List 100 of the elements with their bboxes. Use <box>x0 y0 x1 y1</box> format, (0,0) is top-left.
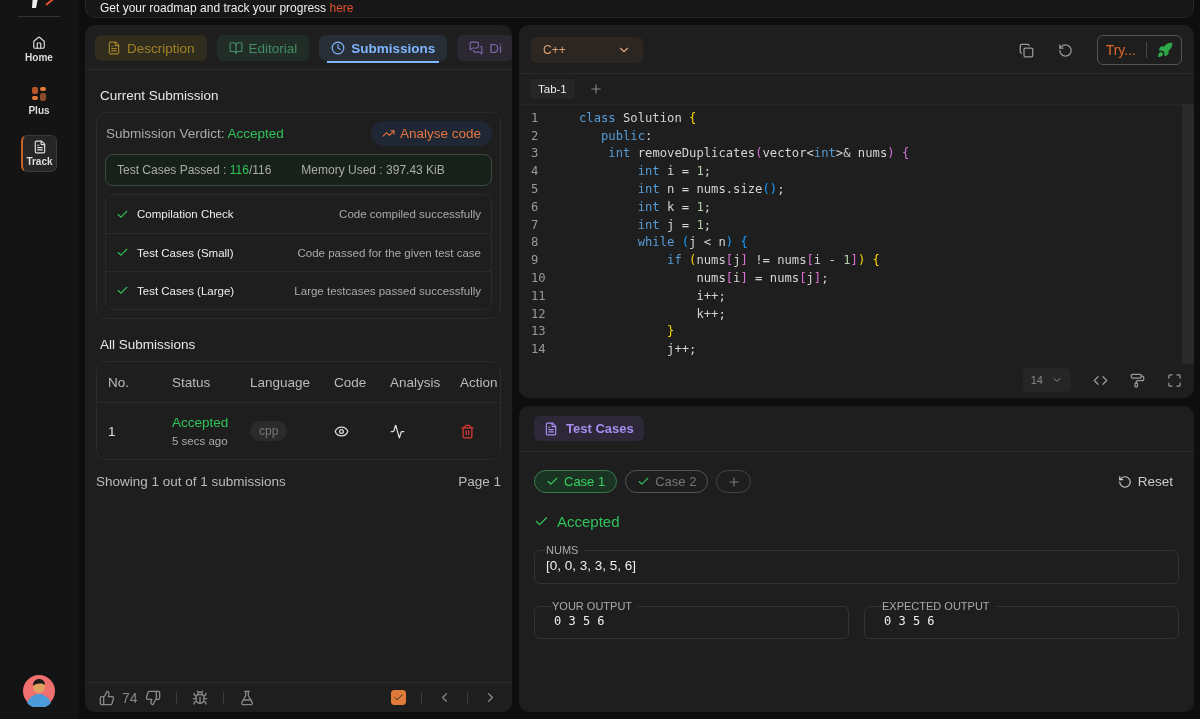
line-number: 13 <box>530 324 547 339</box>
column-header: Analysis <box>390 373 442 392</box>
try-button[interactable]: Try... <box>1096 35 1182 65</box>
column-header: Code <box>334 373 368 392</box>
paint-roller-icon[interactable] <box>1130 372 1145 388</box>
line-number: 6 <box>530 199 540 214</box>
line-number: 5 <box>530 182 540 197</box>
code-line: public: <box>600 128 653 143</box>
column-header: Language <box>250 373 312 392</box>
column-header: Action <box>460 373 498 392</box>
home-icon <box>32 36 46 50</box>
page-text: Page 1 <box>458 474 501 489</box>
problem-tab[interactable]: Editorial <box>216 35 310 61</box>
plus-icon <box>726 474 741 489</box>
line-number: 7 <box>530 217 540 232</box>
avatar-icon[interactable] <box>23 675 55 707</box>
column-header: No. <box>108 373 130 392</box>
tests-passed-text: Test Cases Passed : 116/116 <box>117 163 272 177</box>
reset-icon[interactable] <box>1057 42 1073 58</box>
trend-icon <box>381 127 395 140</box>
rocket-icon <box>1157 42 1173 58</box>
sidebar-item[interactable]: Track <box>21 135 57 172</box>
thumbs-down-icon[interactable] <box>144 689 161 706</box>
thumbs-up-icon[interactable] <box>99 689 115 706</box>
check-detail: Code compiled successfully <box>339 208 481 220</box>
verdict-text: Submission Verdict: Accepted <box>105 126 284 141</box>
sidebar-item[interactable]: Plus <box>21 82 57 121</box>
problem-tab[interactable]: Submissions <box>319 35 448 61</box>
output-field: YOUR OUTPUT 0 3 5 6 <box>534 600 849 639</box>
memory-text: Memory Used : 397.43 KiB <box>301 163 445 177</box>
code-line: k++; <box>695 306 726 321</box>
code-line: int n = nums.size(); <box>636 182 785 197</box>
check-name: Test Cases (Large) <box>137 284 235 297</box>
language-tag: cpp <box>250 421 288 441</box>
code-line: int j = 1; <box>636 217 712 232</box>
font-size-select[interactable]: 14 <box>1022 368 1071 392</box>
line-number: 2 <box>530 128 540 143</box>
solved-checkbox[interactable] <box>391 690 406 705</box>
test-cases-tab[interactable]: Test Cases <box>534 416 644 441</box>
book-icon <box>228 41 243 55</box>
code-line: j++; <box>666 342 697 357</box>
line-number: 10 <box>530 271 547 286</box>
document-icon <box>107 41 121 55</box>
line-number: 9 <box>530 253 540 268</box>
copy-icon[interactable] <box>1018 42 1034 58</box>
input-field: NUMS [0, 0, 3, 3, 5, 6] <box>534 544 1179 584</box>
reset-icon <box>1117 474 1132 489</box>
add-tab-icon[interactable] <box>588 82 603 96</box>
code-line: class Solution { <box>579 110 697 125</box>
code-line: nums[i] = nums[j]; <box>695 271 829 286</box>
check-name: Test Cases (Small) <box>137 246 234 259</box>
expected-output-field: EXPECTED OUTPUT 0 3 5 6 <box>864 600 1179 639</box>
fullscreen-icon[interactable] <box>1167 372 1182 388</box>
check-name: Compilation Check <box>137 208 234 220</box>
code-line: int removeDuplicates(vector<int>& nums) { <box>607 146 910 161</box>
flask-icon[interactable] <box>238 689 255 706</box>
status-text: Accepted <box>172 415 230 430</box>
line-number: 8 <box>530 235 540 250</box>
pulse-icon[interactable] <box>390 423 405 439</box>
document-icon <box>32 140 47 154</box>
check-icon <box>393 692 404 703</box>
editor-tab[interactable]: Tab-1 <box>530 79 575 99</box>
banner-link[interactable]: here <box>329 1 354 15</box>
bug-icon[interactable] <box>191 689 208 706</box>
code-line: int i = 1; <box>636 164 712 179</box>
code-line: i++; <box>695 288 726 303</box>
line-number: 14 <box>530 342 547 357</box>
check-detail: Code passed for the given test case <box>297 246 481 259</box>
line-number: 1 <box>530 110 540 125</box>
reset-button[interactable]: Reset <box>1111 473 1179 490</box>
time-text: 5 secs ago <box>172 435 229 447</box>
summary-text: Showing 1 out of 1 submissions <box>96 474 286 489</box>
check-detail: Large testcases passed successfully <box>294 284 481 297</box>
section-title: Current Submission <box>100 88 220 103</box>
analyse-code-button[interactable]: Analyse code <box>370 121 492 146</box>
eye-icon[interactable] <box>334 423 349 439</box>
problem-tab[interactable]: Description <box>95 35 207 61</box>
line-number: 4 <box>530 164 540 179</box>
scrollbar[interactable] <box>1182 105 1194 364</box>
language-select[interactable]: C++ <box>531 37 643 63</box>
line-number: 12 <box>530 306 547 321</box>
banner-text: Get your roadmap and track your progress here <box>85 0 1194 18</box>
code-line: } <box>666 324 675 339</box>
line-number: 11 <box>530 288 547 303</box>
section-title: All Submissions <box>100 337 197 352</box>
trash-icon[interactable] <box>460 423 475 439</box>
likes-count: 74 <box>122 689 138 706</box>
tiles-icon <box>32 87 46 103</box>
case-chip[interactable]: Case 1 <box>534 470 618 493</box>
column-header: Status <box>172 373 212 392</box>
clock-icon <box>331 41 346 55</box>
chat-icon <box>469 41 484 55</box>
problem-tab[interactable]: Di <box>457 35 512 61</box>
code-line: while (j < n) { <box>636 235 748 250</box>
sidebar-item[interactable]: Home <box>21 31 57 68</box>
code-line: int k = 1; <box>636 199 712 214</box>
code-line: if (nums[j] != nums[i - 1]) { <box>666 253 880 268</box>
line-number: 3 <box>530 146 540 161</box>
verdict-text: Accepted <box>557 513 620 530</box>
table-cell-text: 1 <box>108 423 117 439</box>
